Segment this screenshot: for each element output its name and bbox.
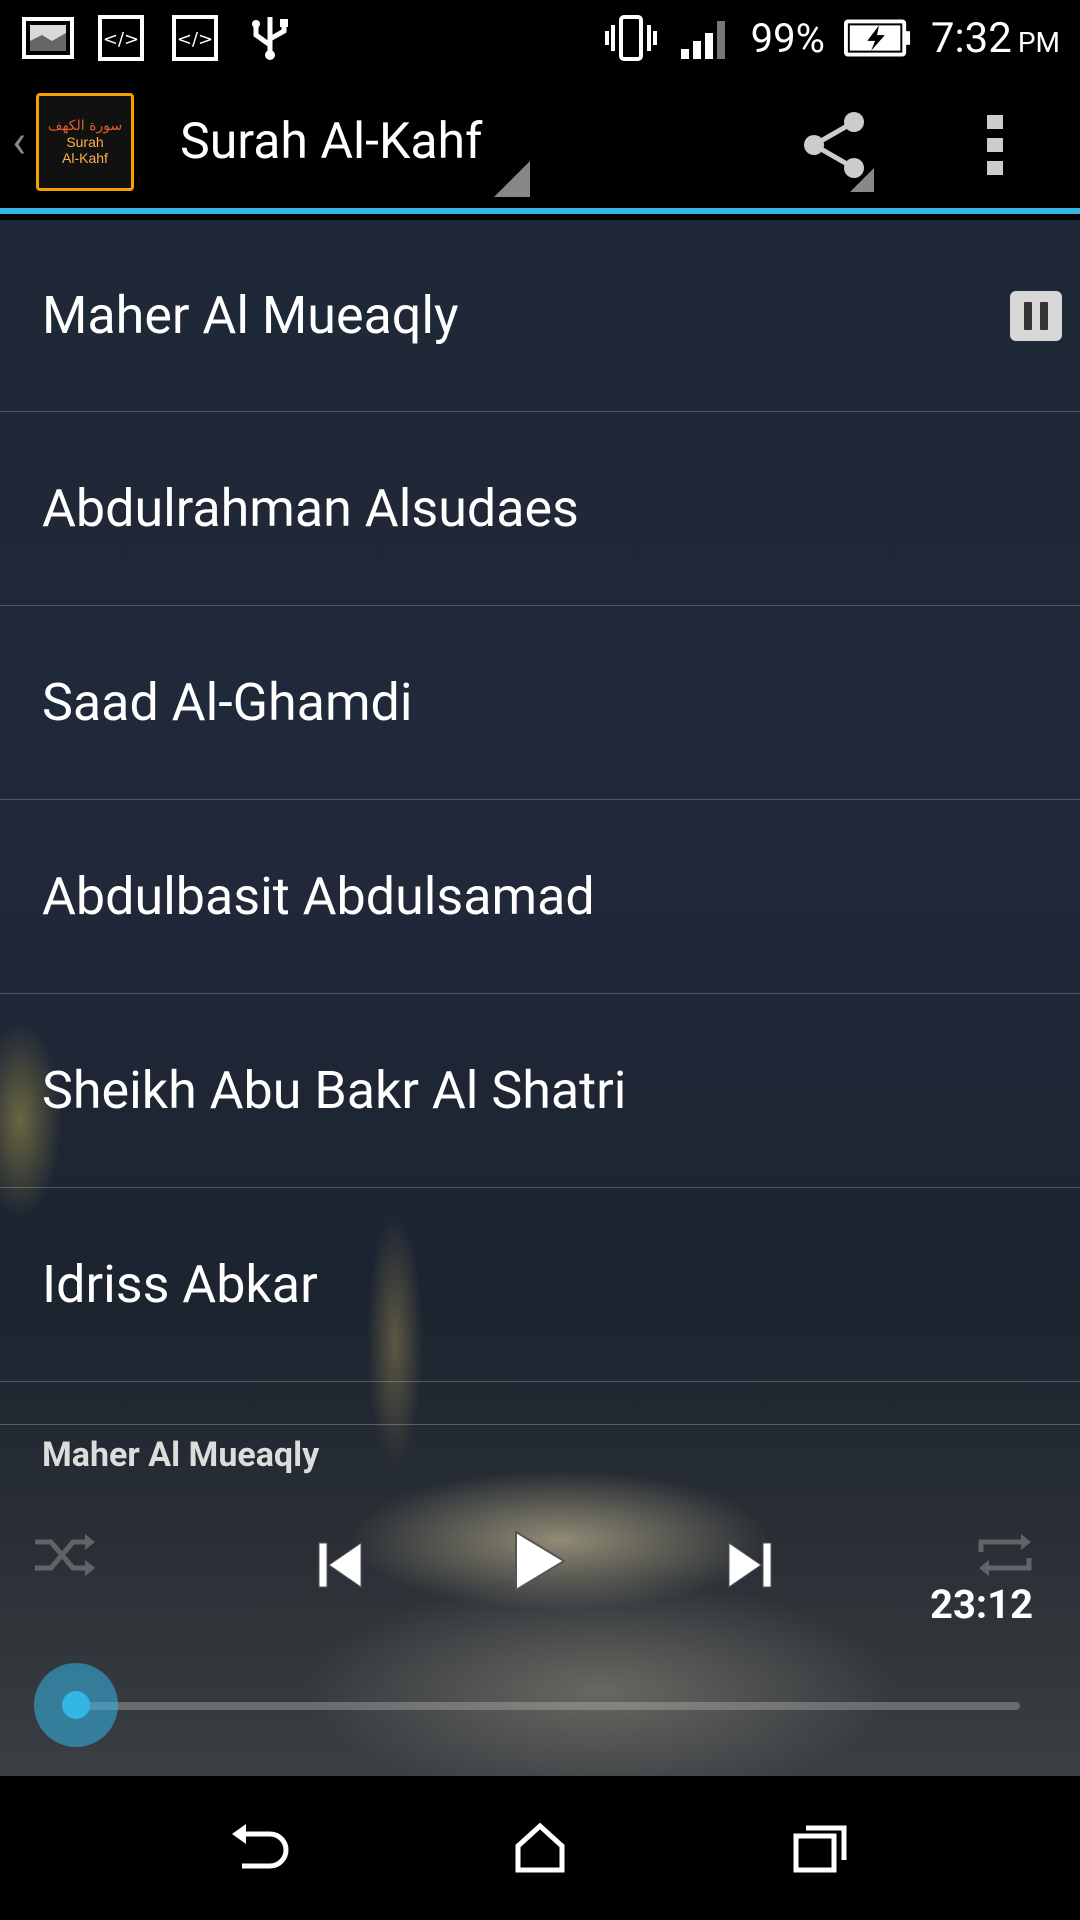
page-title: Surah Al-Kahf: [180, 113, 483, 171]
seek-thumb[interactable]: [62, 1691, 90, 1719]
logo-line2: Al-Kahf: [62, 150, 108, 166]
list-item[interactable]: Maher Al Mueaqly: [0, 220, 1080, 412]
signal-icon: [677, 14, 733, 62]
share-corner-icon: [850, 168, 874, 192]
battery-charging-icon: [843, 14, 913, 62]
status-bar: </> </> 99% 7:32 PM: [0, 0, 1080, 76]
status-left: </> </>: [20, 14, 298, 62]
recitor-name: Abdulbasit Abdulsamad: [42, 866, 595, 927]
list-item[interactable]: Idriss Abkar: [0, 1188, 1080, 1382]
skip-previous-icon: [318, 1542, 362, 1588]
player-panel: Maher Al Mueaqly 23:12: [0, 1424, 1080, 1776]
next-button[interactable]: [710, 1525, 790, 1605]
back-button[interactable]: [200, 1798, 320, 1898]
app-logo[interactable]: سورة الكهف Surah Al-Kahf: [36, 93, 134, 191]
svg-text:</>: </>: [177, 29, 213, 50]
recitor-list: Maher Al Mueaqly Abdulrahman Alsudaes Sa…: [0, 220, 1080, 1382]
battery-percent: 99%: [750, 14, 825, 62]
navigation-bar: [0, 1776, 1080, 1920]
now-playing-title: Maher Al Mueaqly: [42, 1435, 320, 1475]
pause-button[interactable]: [1010, 290, 1062, 341]
up-chevron-icon[interactable]: ‹: [0, 73, 32, 211]
shuffle-button[interactable]: [30, 1525, 100, 1585]
previous-button[interactable]: [300, 1525, 380, 1605]
logo-line1: Surah: [66, 134, 104, 150]
spinner-corner-icon: [494, 161, 530, 197]
play-icon: [515, 1530, 566, 1592]
recitor-name: Saad Al-Ghamdi: [42, 672, 413, 733]
gallery-icon: [20, 14, 76, 62]
home-button[interactable]: [480, 1798, 600, 1898]
duration-label: 23:12: [930, 1581, 1034, 1628]
recitor-name: Idriss Abkar: [42, 1254, 318, 1315]
skip-next-icon: [728, 1542, 772, 1588]
status-right: 99% 7:32 PM: [603, 14, 1060, 63]
overflow-menu-button[interactable]: [960, 76, 1030, 214]
home-icon: [515, 1822, 565, 1873]
shuffle-icon: [35, 1534, 95, 1576]
recents-button[interactable]: [760, 1798, 880, 1898]
seek-bar[interactable]: [70, 1702, 1020, 1710]
vibrate-icon: [603, 14, 659, 62]
repeat-button[interactable]: [970, 1525, 1040, 1585]
svg-text:</>: </>: [103, 29, 139, 50]
recitor-name: Maher Al Mueaqly: [42, 285, 459, 346]
usb-icon: [242, 14, 298, 62]
repeat-icon: [978, 1534, 1032, 1576]
share-button[interactable]: [780, 76, 890, 214]
recents-icon: [793, 1825, 847, 1873]
code-icon: </>: [94, 14, 150, 62]
logo-arabic-text: سورة الكهف: [47, 118, 123, 134]
play-button[interactable]: [500, 1511, 580, 1611]
list-item[interactable]: Abdulrahman Alsudaes: [0, 412, 1080, 606]
recitor-name: Sheikh Abu Bakr Al Shatri: [42, 1060, 627, 1121]
action-bar: ‹ سورة الكهف Surah Al-Kahf Surah Al-Kahf: [0, 76, 1080, 214]
title-spinner[interactable]: Surah Al-Kahf: [180, 73, 530, 211]
list-item[interactable]: Abdulbasit Abdulsamad: [0, 800, 1080, 994]
list-item[interactable]: Sheikh Abu Bakr Al Shatri: [0, 994, 1080, 1188]
code-icon: </>: [168, 14, 224, 62]
back-icon: [232, 1824, 289, 1869]
recitor-name: Abdulrahman Alsudaes: [42, 478, 579, 539]
list-item[interactable]: Saad Al-Ghamdi: [0, 606, 1080, 800]
clock: 7:32 PM: [930, 13, 1060, 63]
more-vert-icon: [987, 115, 1003, 175]
